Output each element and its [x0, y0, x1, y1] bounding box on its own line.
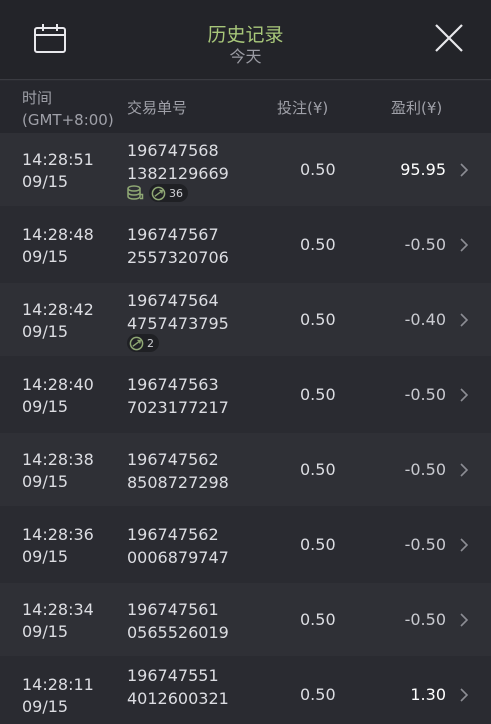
- row-order-line1: 196747568: [127, 141, 219, 160]
- chevron-right-icon: [460, 163, 469, 177]
- chevron-right-icon: [460, 463, 469, 477]
- row-order: 196747564 4757473795: [127, 289, 229, 335]
- ball-count: 36: [169, 186, 183, 200]
- history-row[interactable]: 14:28:51 09/15 196747568 1382129669 36 0…: [0, 133, 491, 206]
- row-order-line1: 196747564: [127, 291, 219, 310]
- row-order-line2: 8508727298: [127, 473, 229, 492]
- row-order: 196747567 2557320706: [127, 223, 229, 269]
- history-row[interactable]: 14:28:11 09/15 196747551 4012600321 0.50…: [0, 658, 491, 724]
- row-date-value: 09/15: [22, 172, 69, 191]
- column-time-label: 时间: [22, 89, 53, 107]
- column-order: 交易单号: [127, 99, 188, 117]
- chevron-right-icon: [460, 238, 469, 252]
- row-profit: -0.50: [404, 460, 446, 479]
- row-time: 14:28:11 09/15: [22, 674, 94, 718]
- column-profit: 盈利(¥): [391, 99, 443, 117]
- ball-icon: [151, 186, 166, 200]
- row-date-value: 09/15: [22, 472, 69, 491]
- row-date-value: 09/15: [22, 322, 69, 341]
- row-bet: 0.50: [300, 610, 336, 629]
- row-time-value: 14:28:40: [22, 375, 94, 394]
- row-order-line2: 7023177217: [127, 398, 229, 417]
- row-bet: 0.50: [300, 160, 336, 179]
- row-order-line1: 196747551: [127, 666, 219, 685]
- close-icon[interactable]: [432, 21, 466, 55]
- row-profit: -0.50: [404, 235, 446, 254]
- row-order: 196747562 8508727298: [127, 448, 229, 494]
- row-order-line2: 4757473795: [127, 314, 229, 333]
- chevron-right-icon: [460, 538, 469, 552]
- row-profit: 1.30: [410, 685, 446, 704]
- row-time: 14:28:40 09/15: [22, 374, 94, 418]
- row-time: 14:28:38 09/15: [22, 449, 94, 493]
- history-row[interactable]: 14:28:42 09/15 196747564 4757473795 2 0.…: [0, 283, 491, 356]
- row-order-line2: 4012600321: [127, 689, 229, 708]
- row-order: 196747568 1382129669: [127, 139, 229, 185]
- row-date-value: 09/15: [22, 622, 69, 641]
- page-subtitle: 今天: [229, 47, 262, 66]
- row-badges: 36: [127, 184, 188, 202]
- row-date-value: 09/15: [22, 547, 69, 566]
- row-order: 196747551 4012600321: [127, 664, 229, 710]
- row-time-value: 14:28:48: [22, 225, 94, 244]
- column-header: 时间 (GMT+8:00) 交易单号 投注(¥) 盈利(¥): [0, 81, 491, 133]
- row-bet: 0.50: [300, 685, 336, 704]
- ball-badge: 36: [149, 184, 188, 202]
- row-order-line2: 0565526019: [127, 623, 229, 642]
- ball-count: 2: [147, 336, 154, 350]
- row-time-value: 14:28:38: [22, 450, 94, 469]
- row-date-value: 09/15: [22, 397, 69, 416]
- chevron-right-icon: [460, 313, 469, 327]
- coins-icon: [127, 185, 144, 200]
- row-order: 196747563 7023177217: [127, 373, 229, 419]
- chevron-right-icon: [460, 613, 469, 627]
- row-badges: 2: [127, 334, 159, 352]
- row-order: 196747562 0006879747: [127, 523, 229, 569]
- history-row[interactable]: 14:28:38 09/15 196747562 8508727298 0.50…: [0, 433, 491, 506]
- row-profit: -0.40: [404, 310, 446, 329]
- row-order-line1: 196747567: [127, 225, 219, 244]
- row-profit: -0.50: [404, 610, 446, 629]
- row-time-value: 14:28:34: [22, 600, 94, 619]
- row-order-line1: 196747562: [127, 450, 219, 469]
- ball-icon: [129, 336, 144, 350]
- row-time: 14:28:51 09/15: [22, 149, 94, 193]
- row-time: 14:28:36 09/15: [22, 524, 94, 568]
- row-time-value: 14:28:36: [22, 525, 94, 544]
- row-time: 14:28:48 09/15: [22, 224, 94, 268]
- column-time: 时间 (GMT+8:00): [22, 87, 114, 131]
- row-order: 196747561 0565526019: [127, 598, 229, 644]
- history-row[interactable]: 14:28:40 09/15 196747563 7023177217 0.50…: [0, 358, 491, 431]
- row-time-value: 14:28:42: [22, 300, 94, 319]
- history-row[interactable]: 14:28:34 09/15 196747561 0565526019 0.50…: [0, 583, 491, 656]
- row-time: 14:28:34 09/15: [22, 599, 94, 643]
- row-date-value: 09/15: [22, 247, 69, 266]
- row-profit: 95.95: [400, 160, 446, 179]
- row-profit: -0.50: [404, 535, 446, 554]
- header-bar: 历史记录 今天: [0, 0, 491, 80]
- ball-badge: 2: [127, 334, 159, 352]
- row-date-value: 09/15: [22, 697, 69, 716]
- row-order-line2: 1382129669: [127, 164, 229, 183]
- row-time: 14:28:42 09/15: [22, 299, 94, 343]
- row-time-value: 14:28:11: [22, 675, 94, 694]
- row-bet: 0.50: [300, 385, 336, 404]
- chevron-right-icon: [460, 688, 469, 702]
- row-time-value: 14:28:51: [22, 150, 94, 169]
- row-order-line1: 196747563: [127, 375, 219, 394]
- row-order-line1: 196747562: [127, 525, 219, 544]
- row-order-line1: 196747561: [127, 600, 219, 619]
- chevron-right-icon: [460, 388, 469, 402]
- row-bet: 0.50: [300, 310, 336, 329]
- row-bet: 0.50: [300, 535, 336, 554]
- row-profit: -0.50: [404, 385, 446, 404]
- row-bet: 0.50: [300, 460, 336, 479]
- row-order-line2: 0006879747: [127, 548, 229, 567]
- row-order-line2: 2557320706: [127, 248, 229, 267]
- column-bet: 投注(¥): [277, 99, 329, 117]
- column-time-zone: (GMT+8:00): [22, 111, 114, 129]
- history-row[interactable]: 14:28:48 09/15 196747567 2557320706 0.50…: [0, 208, 491, 281]
- history-row[interactable]: 14:28:36 09/15 196747562 0006879747 0.50…: [0, 508, 491, 581]
- row-bet: 0.50: [300, 235, 336, 254]
